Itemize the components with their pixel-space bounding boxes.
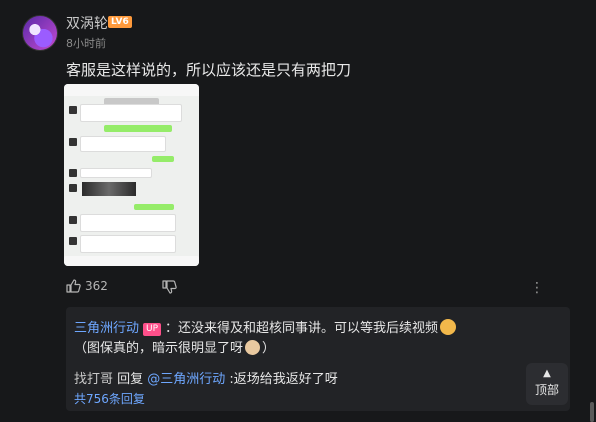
comment-image-thumbnail[interactable] [64,84,199,266]
level-badge: LV6 [108,16,132,28]
back-to-top-label: 顶部 [534,383,559,397]
screenshot-avatar [69,106,77,114]
screenshot-bubble [134,204,174,210]
screenshot-avatar [69,216,77,224]
screenshot-bubble [104,125,172,132]
screenshot-bubble [80,235,176,253]
screenshot-bubble [80,214,176,232]
scrollbar[interactable] [590,402,594,422]
view-all-replies-link[interactable]: 共756条回复 [74,390,145,407]
comment-username[interactable]: 双涡轮 [66,13,108,33]
more-dots-icon[interactable]: ⋮ [530,280,545,296]
screenshot-status-bar [64,84,199,96]
second-reply-mention[interactable]: @三角洲行动 [147,372,225,387]
thumbs-up-icon[interactable] [66,278,81,297]
screenshot-bubble [80,104,182,122]
screenshot-bubble [80,136,166,152]
second-reply: 找打哥 回复 @三角洲行动 :返场给我返好了呀 [74,368,338,387]
up-reply-text-3: ） [262,341,276,356]
like-count: 362 [85,279,108,293]
second-reply-username[interactable]: 找打哥 [74,372,113,387]
cat-smug-emoji-icon [245,340,261,355]
screenshot-bubble [152,156,174,162]
second-reply-verb: 回复 [113,372,148,387]
screenshot-avatar [69,169,77,177]
cat-emoji-icon [440,319,457,335]
up-reply-text-2: （图保真的，暗示很明显了呀 [74,341,244,356]
back-to-top-button[interactable]: ▲ 顶部 [526,363,568,405]
reply-preview-box: 三角洲行动 UP ：还没来得及和超核同事讲。可以等我后续视频 （图保真的，暗示很明显了… [66,307,570,411]
screenshot-game-image [82,182,136,196]
comment-text: 客服是这样说的，所以应该还是只有两把刀 [66,61,352,79]
up-author-name[interactable]: 三角洲行动 [74,321,139,336]
screenshot-avatar [69,184,77,192]
chevron-up-icon: ▲ [543,368,551,379]
screenshot-input-bar [64,256,199,266]
second-reply-text: :返场给我返好了呀 [225,372,338,387]
user-avatar[interactable] [22,15,58,51]
up-badge: UP [143,323,162,336]
thumbs-down-icon[interactable] [162,279,177,298]
comment-timestamp: 8小时前 [66,37,106,50]
screenshot-bubble [80,168,152,178]
screenshot-avatar [69,237,77,245]
screenshot-avatar [69,138,77,146]
up-reply: 三角洲行动 UP ：还没来得及和超核同事讲。可以等我后续视频 （图保真的，暗示很明显了… [74,319,474,359]
up-reply-text: ：还没来得及和超核同事讲。可以等我后续视频 [165,321,439,336]
